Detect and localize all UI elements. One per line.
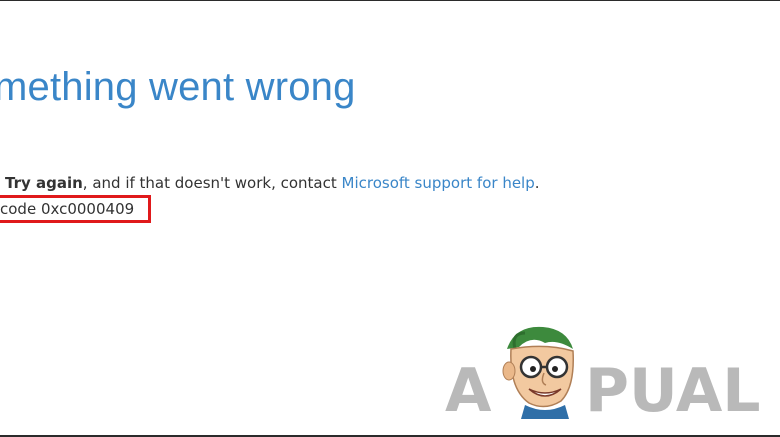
message-suffix: .: [534, 174, 540, 192]
error-code: code 0xc0000409: [0, 200, 135, 218]
appuals-watermark-logo: A PUAL: [445, 326, 761, 419]
message-middle: , and if that doesn't work, contact: [82, 174, 342, 192]
mascot-icon: [502, 326, 574, 419]
microsoft-support-link[interactable]: Microsoft support for help: [342, 174, 535, 192]
watermark-letter-a: A: [445, 356, 492, 419]
error-message: Try again, and if that doesn't work, con…: [5, 174, 540, 192]
try-again-link[interactable]: Try again: [5, 174, 83, 192]
error-heading: mething went wrong: [0, 65, 356, 109]
error-window: mething went wrong Try again, and if tha…: [0, 0, 780, 437]
watermark-letters-pual: PUAL: [585, 356, 761, 419]
